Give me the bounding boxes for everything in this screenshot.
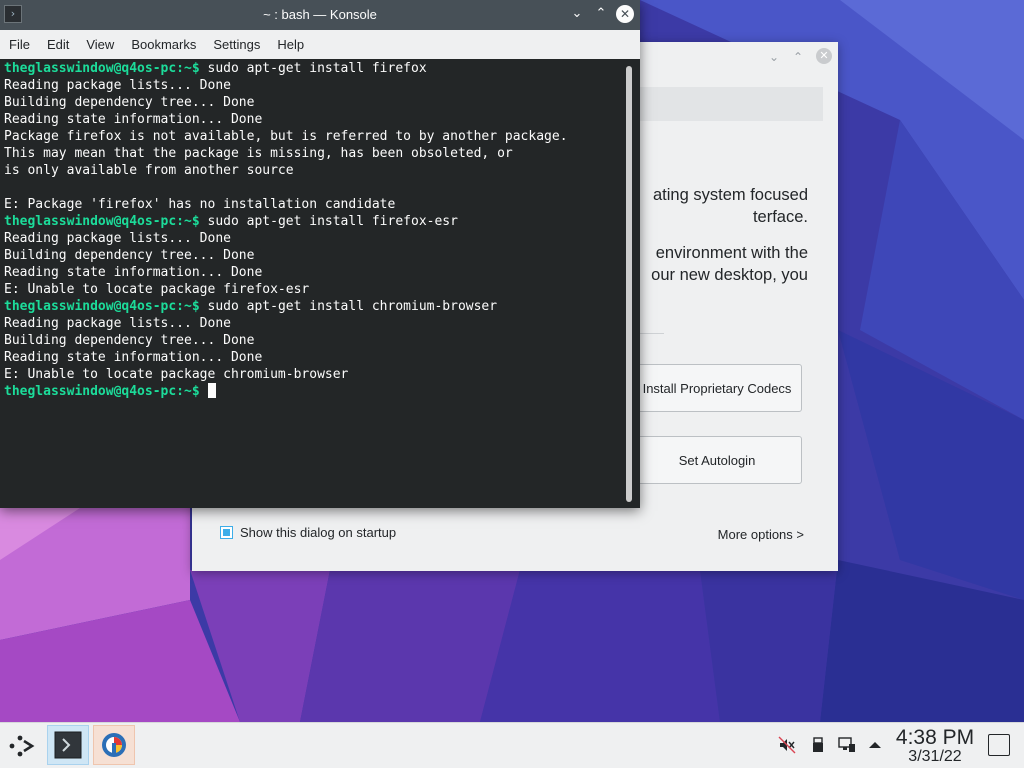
terminal-cursor — [207, 383, 216, 398]
taskbar: 4:38 PM 3/31/22 — [0, 722, 1024, 768]
terminal-line: Reading package lists... Done — [4, 230, 568, 247]
show-desktop-button[interactable] — [988, 734, 1010, 756]
terminal-line: theglasswindow@q4os-pc:~$ sudo apt-get i… — [4, 213, 568, 230]
terminal-line: theglasswindow@q4os-pc:~$ — [4, 383, 568, 400]
terminal-line: Reading state information... Done — [4, 111, 568, 128]
install-codecs-label: Install Proprietary Codecs — [642, 380, 792, 396]
show-on-startup-label: Show this dialog on startup — [240, 525, 397, 540]
maximize-icon[interactable]: ⌃ — [793, 50, 803, 64]
terminal-line: E: Unable to locate package firefox-esr — [4, 281, 568, 298]
terminal-text: is only available from another source — [4, 163, 294, 178]
menu-view[interactable]: View — [77, 37, 122, 52]
terminal-area[interactable]: theglasswindow@q4os-pc:~$ sudo apt-get i… — [0, 59, 622, 508]
close-icon[interactable]: ✕ — [816, 48, 832, 64]
terminal-text: E: Unable to locate package firefox-esr — [4, 282, 310, 297]
menu-bookmarks[interactable]: Bookmarks — [122, 37, 204, 52]
terminal-line: Building dependency tree... Done — [4, 332, 568, 349]
terminal-text: This may mean that the package is missin… — [4, 146, 513, 161]
terminal-line: Package firefox is not available, but is… — [4, 128, 568, 145]
terminal-line: theglasswindow@q4os-pc:~$ sudo apt-get i… — [4, 60, 568, 77]
show-on-startup-checkbox[interactable]: Show this dialog on startup — [220, 525, 396, 540]
terminal-line: This may mean that the package is missin… — [4, 145, 568, 162]
terminal-icon — [54, 731, 82, 759]
menu-settings[interactable]: Settings — [204, 37, 268, 52]
terminal-text: Reading package lists... Done — [4, 231, 231, 246]
terminal-text: sudo apt-get install firefox-esr — [199, 214, 458, 229]
welcome-banner — [640, 87, 823, 121]
minimize-icon[interactable]: ⌄ — [769, 50, 779, 64]
more-options-link[interactable]: More options > — [718, 527, 804, 542]
network-icon[interactable] — [838, 736, 856, 754]
menu-file[interactable]: File — [0, 37, 38, 52]
clock-time[interactable]: 4:38 PM — [892, 726, 978, 750]
terminal-text: Reading state information... Done — [4, 112, 263, 127]
terminal-line: Building dependency tree... Done — [4, 247, 568, 264]
terminal-text: Reading state information... Done — [4, 350, 263, 365]
menu-bar: File Edit View Bookmarks Settings Help — [0, 30, 640, 59]
terminal-line: E: Unable to locate package chromium-bro… — [4, 366, 568, 383]
terminal-text: sudo apt-get install chromium-browser — [199, 299, 498, 314]
shell-prompt: theglasswindow@q4os-pc:~$ — [4, 61, 200, 76]
minimize-icon[interactable]: ⌄ — [568, 6, 586, 21]
install-codecs-button[interactable]: Install Proprietary Codecs — [632, 364, 802, 412]
terminal-text: Reading state information... Done — [4, 265, 263, 280]
checkbox-checked-icon[interactable] — [220, 526, 233, 539]
taskbar-konsole-button[interactable] — [47, 725, 89, 765]
terminal-line: E: Package 'firefox' has no installation… — [4, 196, 568, 213]
terminal-scrollbar[interactable] — [626, 66, 632, 502]
clock-date[interactable]: 3/31/22 — [892, 748, 978, 766]
shell-prompt: theglasswindow@q4os-pc:~$ — [4, 299, 200, 314]
maximize-icon[interactable]: ⌃ — [592, 6, 610, 21]
terminal-line: is only available from another source — [4, 162, 568, 179]
shell-prompt: theglasswindow@q4os-pc:~$ — [4, 384, 200, 399]
terminal-text: sudo apt-get install firefox — [199, 61, 427, 76]
terminal-text: Building dependency tree... Done — [4, 333, 255, 348]
terminal-text: Reading package lists... Done — [4, 78, 231, 93]
window-title: ~ : bash — Konsole — [263, 7, 377, 22]
welcome-app-icon — [102, 733, 126, 757]
welcome-intro-text: ating system focused terface. environmen… — [651, 186, 808, 284]
terminal-line: Reading state information... Done — [4, 264, 568, 281]
shell-prompt: theglasswindow@q4os-pc:~$ — [4, 214, 200, 229]
terminal-line: Reading package lists... Done — [4, 77, 568, 94]
set-autologin-label: Set Autologin — [678, 452, 756, 468]
usb-icon[interactable] — [809, 736, 827, 754]
terminal-line: Reading package lists... Done — [4, 315, 568, 332]
taskbar-welcome-button[interactable] — [93, 725, 135, 765]
terminal-text: Package firefox is not available, but is… — [4, 129, 568, 144]
terminal-text: Building dependency tree... Done — [4, 248, 255, 263]
menu-help[interactable]: Help — [268, 37, 312, 52]
terminal-text: E: Package 'firefox' has no installation… — [4, 197, 396, 212]
konsole-window: › ~ : bash — Konsole ⌄ ⌃ ✕ File Edit Vie… — [0, 0, 640, 508]
terminal-text: Reading package lists... Done — [4, 316, 231, 331]
volume-muted-icon[interactable] — [778, 736, 796, 754]
close-icon[interactable]: ✕ — [616, 5, 634, 23]
terminal-line: theglasswindow@q4os-pc:~$ sudo apt-get i… — [4, 298, 568, 315]
terminal-line: Reading state information... Done — [4, 349, 568, 366]
menu-edit[interactable]: Edit — [38, 37, 77, 52]
application-launcher-icon[interactable] — [8, 733, 36, 759]
set-autologin-button[interactable]: Set Autologin — [632, 436, 802, 484]
terminal-text: Building dependency tree... Done — [4, 95, 255, 110]
divider — [640, 333, 664, 334]
konsole-titlebar[interactable]: › ~ : bash — Konsole ⌄ ⌃ ✕ — [0, 0, 640, 30]
terminal-text: E: Unable to locate package chromium-bro… — [4, 367, 349, 382]
terminal-output: theglasswindow@q4os-pc:~$ sudo apt-get i… — [4, 60, 568, 400]
terminal-line: Building dependency tree... Done — [4, 94, 568, 111]
tray-expand-icon[interactable] — [866, 736, 884, 754]
